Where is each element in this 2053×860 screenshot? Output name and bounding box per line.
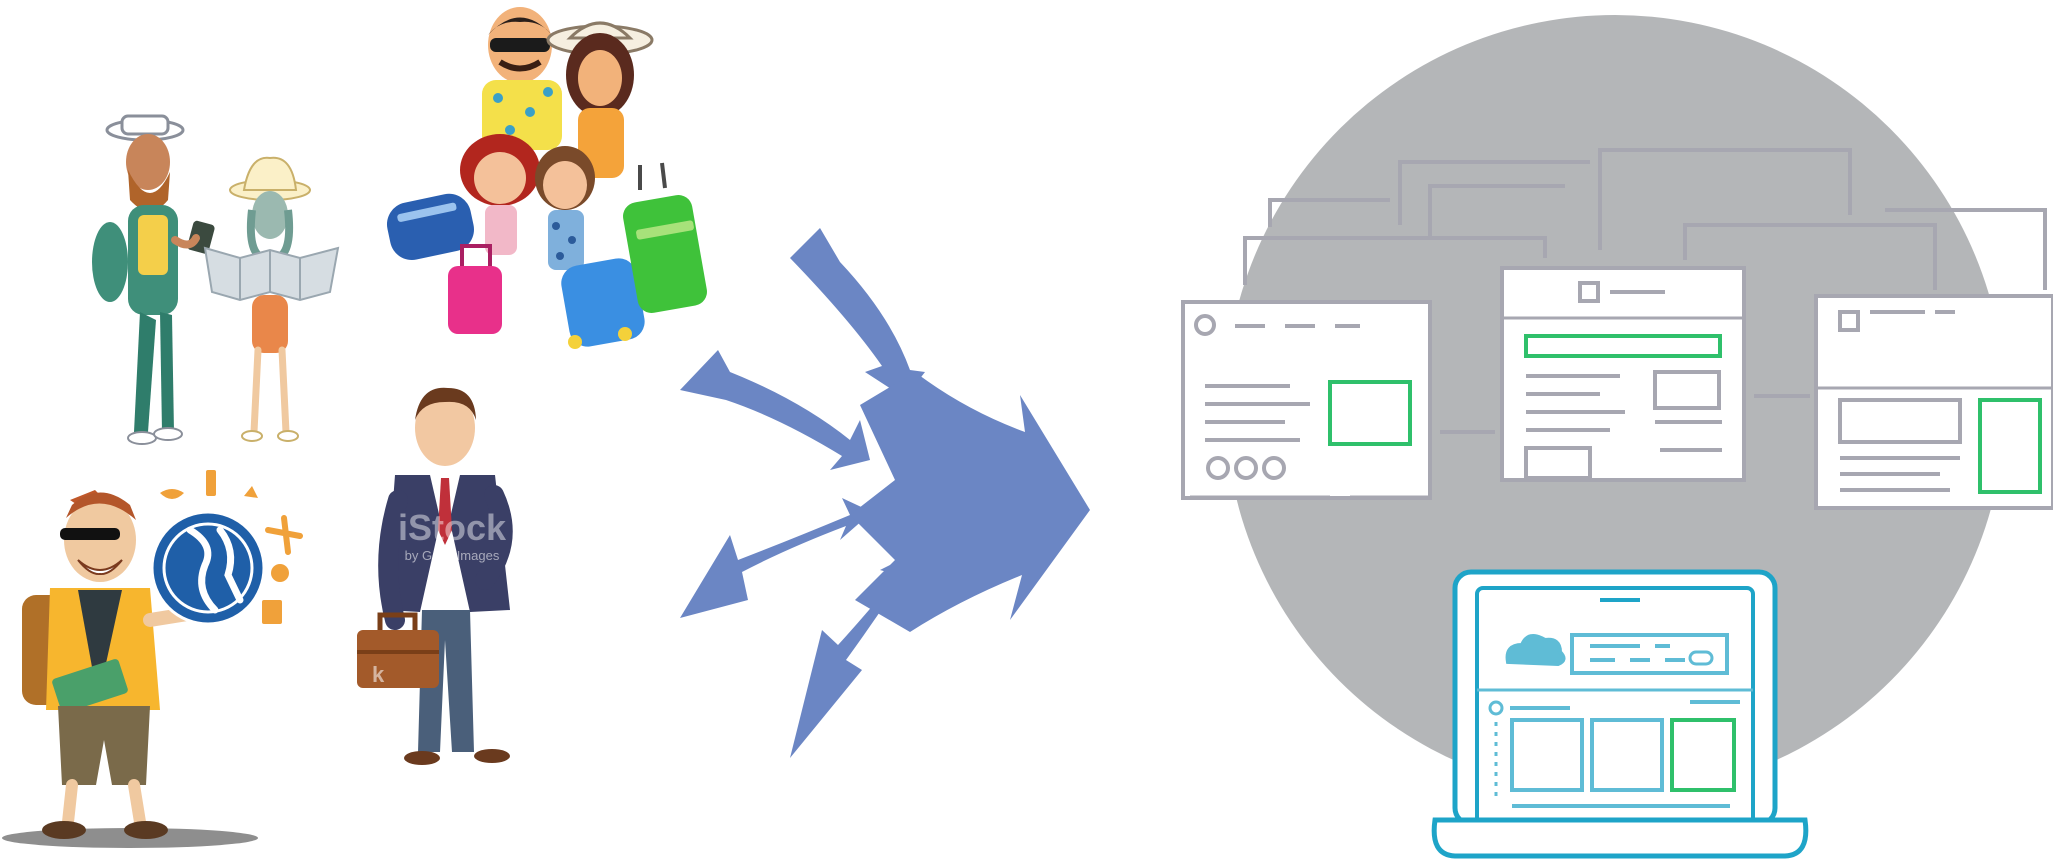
watermark-corner-letter: k: [372, 662, 385, 687]
businessman-with-briefcase-figure: iStock by Getty Images k: [357, 387, 513, 765]
converging-arrows-icon: [680, 228, 1090, 758]
browser-window-icon: [1181, 300, 1432, 500]
laptop-icon: [1431, 569, 1809, 859]
watermark-credit: by Getty Images: [405, 548, 500, 563]
browser-window-icon: [1500, 266, 1746, 482]
family-with-suitcases-figure: [386, 7, 707, 349]
travel-platform-diagram: iStock by Getty Images k: [2, 7, 2053, 859]
backpacker-couple-figure: [92, 114, 340, 445]
watermark-brand: iStock: [398, 507, 507, 548]
browser-window-icon: [1814, 294, 2053, 510]
traveler-with-globe-figure: [2, 470, 303, 848]
